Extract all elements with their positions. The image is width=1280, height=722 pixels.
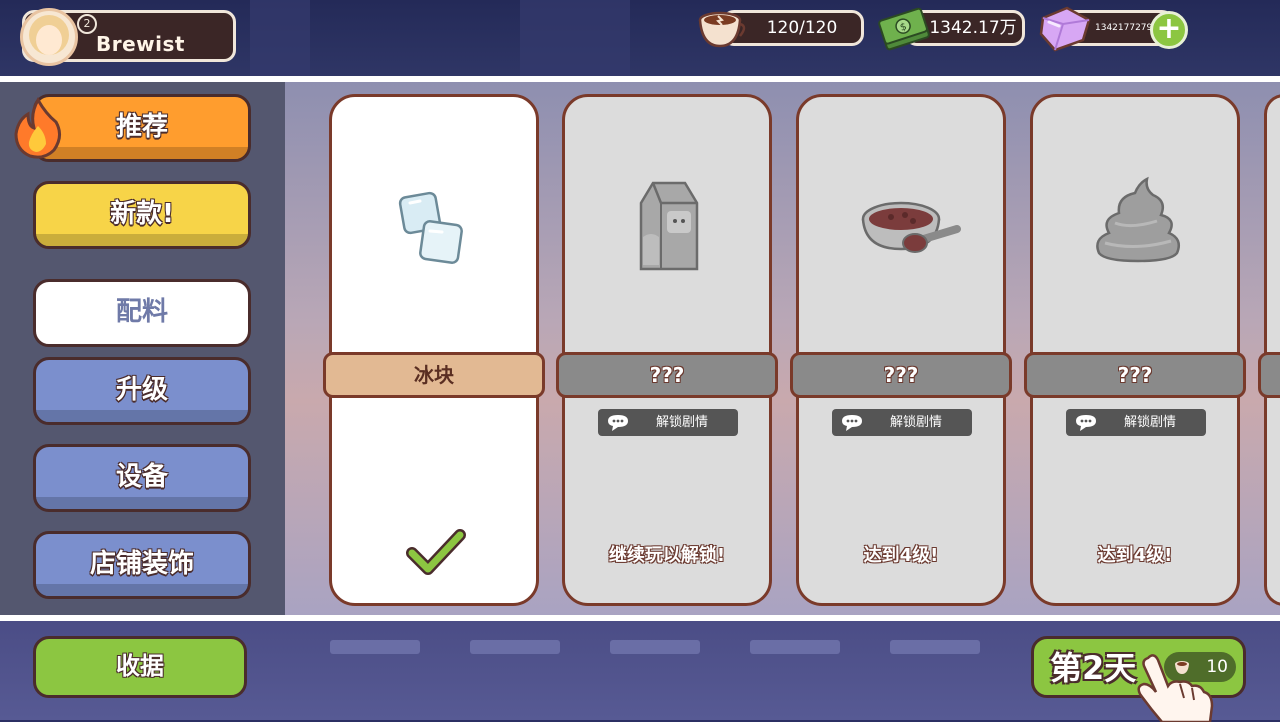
cash-value: 1342.17万 bbox=[929, 18, 1017, 38]
card-name-band: ??? bbox=[556, 352, 778, 398]
card-name: ??? bbox=[649, 363, 685, 387]
menu-tab-new[interactable]: 新款! bbox=[33, 181, 251, 249]
add-gems-button[interactable]: + bbox=[1150, 11, 1188, 49]
receipt-button[interactable]: 收据 bbox=[33, 636, 247, 698]
speech-bubble-icon bbox=[608, 415, 628, 431]
card-name: ??? bbox=[883, 363, 919, 387]
player-name: Brewist bbox=[96, 32, 185, 56]
gem-icon bbox=[1039, 6, 1091, 52]
tutorial-pointer-hand-icon bbox=[1137, 654, 1214, 722]
story-tag-label: 解锁剧情 bbox=[656, 415, 709, 430]
top-divider bbox=[0, 76, 1280, 82]
fire-icon bbox=[14, 96, 61, 159]
checkmark-icon bbox=[406, 529, 466, 575]
coffee-cup-icon bbox=[698, 11, 746, 48]
card-name-band: 冰块 bbox=[323, 352, 545, 398]
unlock-story-tag[interactable]: 解锁剧情 bbox=[598, 409, 738, 436]
whipped-cream-icon bbox=[1096, 176, 1180, 263]
crosswalk-stripe bbox=[610, 640, 700, 654]
menu-tab-label: 店铺装饰 bbox=[89, 549, 194, 579]
player-level-badge: 2 bbox=[77, 14, 97, 34]
menu-tab-recommended[interactable]: 推荐 bbox=[33, 94, 251, 162]
gem-value: 1342177279 bbox=[1095, 23, 1153, 33]
story-tag-label: 解锁剧情 bbox=[890, 415, 943, 430]
ingredient-card-locked[interactable]: ??? 解锁剧情 达到4级! bbox=[790, 94, 1012, 606]
ingredient-card-partial[interactable] bbox=[1258, 94, 1280, 606]
crosswalk-stripe bbox=[470, 640, 560, 654]
day-label: 第2天 bbox=[1050, 649, 1137, 687]
unlock-story-tag[interactable]: 解锁剧情 bbox=[1066, 409, 1206, 436]
background-building bbox=[520, 0, 630, 78]
coffee-value: 120/120 bbox=[766, 18, 838, 38]
ingredient-card-ice[interactable]: 冰块 bbox=[323, 94, 545, 606]
ice-cube-icon bbox=[398, 191, 463, 264]
avatar-face bbox=[36, 25, 62, 55]
red-bean-bowl-icon bbox=[861, 201, 961, 253]
speech-bubble-icon bbox=[1076, 415, 1096, 431]
card-name-band: ??? bbox=[1024, 352, 1246, 398]
menu-tab-decoration[interactable]: 店铺装饰 bbox=[33, 531, 251, 599]
unlock-hint: 达到4级! bbox=[1097, 545, 1173, 566]
avatar[interactable] bbox=[20, 8, 78, 66]
ingredient-card-locked[interactable]: ??? 解锁剧情 达到4级! bbox=[1024, 94, 1246, 606]
receipt-button-label: 收据 bbox=[116, 652, 164, 680]
crosswalk-stripe bbox=[750, 640, 840, 654]
menu-tab-upgrade[interactable]: 升级 bbox=[33, 357, 251, 425]
cash-stack-icon: $ bbox=[878, 7, 930, 51]
unlock-hint: 达到4级! bbox=[863, 545, 939, 566]
story-tag-label: 解锁剧情 bbox=[1124, 415, 1177, 430]
card-name: 冰块 bbox=[414, 363, 454, 387]
unlock-hint: 继续玩以解锁! bbox=[608, 545, 726, 566]
card-name-band bbox=[1258, 352, 1280, 398]
unlock-story-tag[interactable]: 解锁剧情 bbox=[832, 409, 972, 436]
menu-tab-equipment[interactable]: 设备 bbox=[33, 444, 251, 512]
menu-tab-label: 升级 bbox=[115, 375, 168, 405]
menu-tab-label: 配料 bbox=[115, 297, 168, 327]
menu-tab-toppings[interactable]: 配料 bbox=[33, 279, 251, 347]
milk-carton-icon bbox=[639, 181, 699, 271]
background-building bbox=[250, 0, 310, 78]
card-name-band: ??? bbox=[790, 352, 1012, 398]
menu-tab-label: 新款! bbox=[110, 199, 174, 229]
card-name: ??? bbox=[1117, 363, 1153, 387]
ingredient-card-locked[interactable]: ??? 解锁剧情 继续玩以解锁! bbox=[556, 94, 778, 606]
menu-tab-label: 设备 bbox=[115, 462, 168, 492]
crosswalk-stripe bbox=[890, 640, 980, 654]
crosswalk-stripe bbox=[330, 640, 420, 654]
speech-bubble-icon bbox=[842, 415, 862, 431]
menu-tab-label: 推荐 bbox=[115, 112, 168, 142]
